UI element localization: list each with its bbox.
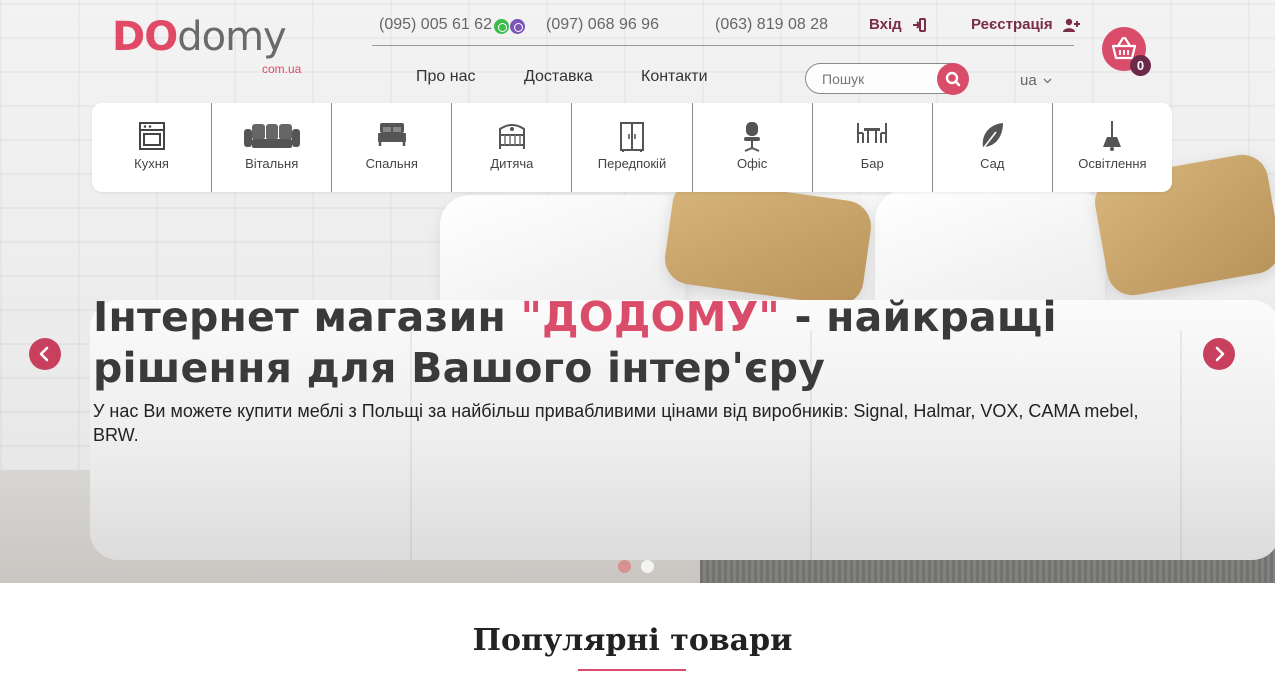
hero-title-brand: "ДОДОМУ" [520, 293, 780, 341]
slider-next-button[interactable] [1203, 338, 1235, 370]
crib-icon [498, 124, 525, 149]
category-kitchen[interactable]: Кухня [92, 103, 213, 192]
category-label: Передпокій [597, 156, 667, 171]
register-label: Реєстрація [971, 16, 1053, 33]
logo-domain: com.ua [262, 62, 302, 76]
category-garden[interactable]: Сад [933, 103, 1053, 192]
chevron-right-icon [1215, 346, 1225, 362]
search-input[interactable] [822, 70, 932, 88]
bed-icon [377, 123, 406, 146]
category-bar[interactable]: Бар [813, 103, 933, 192]
phone-number-3[interactable]: (063) 819 08 28 [715, 16, 828, 34]
chevron-down-icon [1043, 78, 1052, 84]
heading-underline [578, 669, 686, 671]
category-label: Бар [860, 156, 884, 171]
office-chair-icon [744, 122, 761, 152]
phone-number-1[interactable]: (095) 005 61 62 [379, 16, 492, 34]
language-selector[interactable]: ua [1020, 72, 1052, 89]
category-label: Вітальня [245, 156, 299, 171]
category-office[interactable]: Офіс [693, 103, 813, 192]
search-button[interactable] [937, 63, 969, 95]
category-label: Спальня [365, 156, 418, 171]
wardrobe-icon [619, 122, 644, 152]
cart-count-badge: 0 [1130, 55, 1151, 76]
popular-products-heading: Популярні товари [472, 623, 793, 658]
sofa-icon [243, 124, 300, 148]
category-label: Дитяча [490, 156, 534, 171]
category-label: Офіс [737, 156, 768, 171]
logo-wordmark: DOdomy [112, 14, 287, 60]
sign-in-icon [912, 18, 926, 33]
category-kids[interactable]: Дитяча [452, 103, 573, 192]
nav-about[interactable]: Про нас [416, 68, 475, 86]
category-living-room[interactable]: Вітальня [212, 103, 333, 192]
hero-subtitle: У нас Ви можете купити меблі з Польщі за… [93, 401, 1139, 445]
category-label: Сад [980, 156, 1005, 171]
stove-icon [138, 122, 165, 150]
phone-bar: (095) 005 61 62 (097) 068 96 96 (063) 81… [372, 16, 1074, 46]
language-current: ua [1020, 72, 1037, 89]
bar-table-icon [857, 123, 888, 143]
category-menu: Кухня Вітальня Спальня Дитяча Передпокій… [92, 103, 1172, 192]
user-plus-icon [1062, 18, 1080, 33]
phone-number-2[interactable]: (097) 068 96 96 [546, 16, 659, 34]
nav-delivery[interactable]: Доставка [524, 68, 593, 86]
hero-title-part: Інтернет магазин [93, 293, 521, 341]
login-link[interactable]: Вхід [869, 16, 926, 33]
slider-prev-button[interactable] [29, 338, 61, 370]
slider-dot[interactable] [641, 560, 654, 573]
category-label: Освітлення [1078, 156, 1147, 171]
messenger-icons [494, 19, 528, 35]
leaf-icon [981, 123, 1004, 151]
viber-icon[interactable] [510, 19, 525, 34]
slider-dots [618, 560, 658, 574]
register-link[interactable]: Реєстрація [971, 16, 1081, 33]
logo-do: DO [112, 14, 178, 60]
category-label: Кухня [134, 156, 169, 171]
hero-title: Інтернет магазин "ДОДОМУ" - найкращі ріш… [93, 292, 1103, 394]
category-hallway[interactable]: Передпокій [572, 103, 693, 192]
site-logo[interactable]: DOdomy com.ua [112, 12, 334, 76]
category-lighting[interactable]: Освітлення [1053, 103, 1172, 192]
whatsapp-icon[interactable] [494, 19, 509, 34]
nav-contacts[interactable]: Контакти [641, 68, 708, 86]
search-icon [945, 71, 961, 87]
logo-domy: domy [177, 14, 286, 60]
chevron-left-icon [39, 346, 49, 362]
slider-dot-active[interactable] [618, 560, 631, 573]
search-box [805, 63, 969, 95]
category-bedroom[interactable]: Спальня [332, 103, 453, 192]
login-label: Вхід [869, 16, 902, 33]
lamp-icon [1103, 121, 1122, 151]
